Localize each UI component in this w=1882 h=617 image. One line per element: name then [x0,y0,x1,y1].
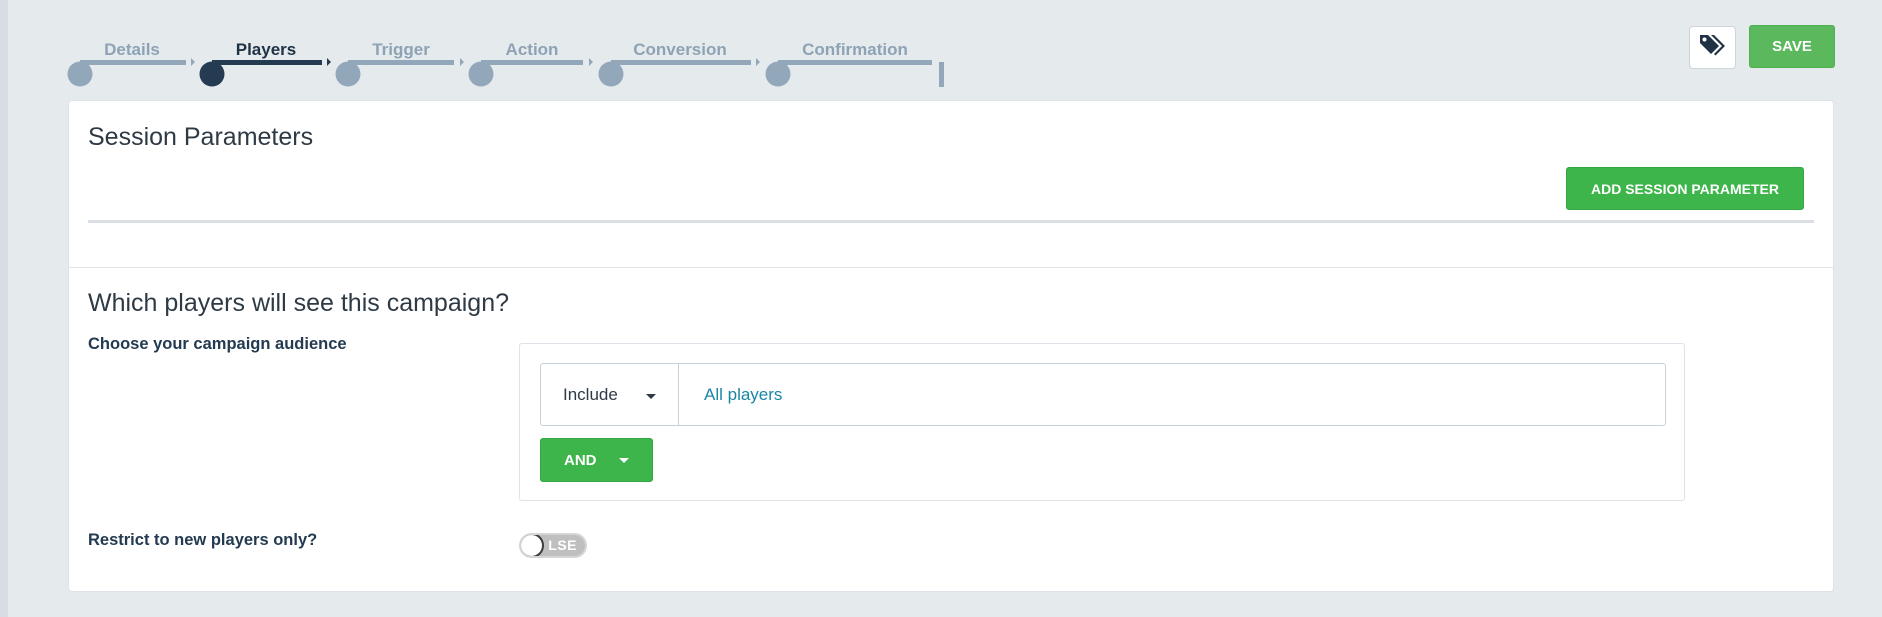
step-label-players[interactable]: Players [236,40,297,60]
card-divider [69,267,1833,268]
step-arrow [191,58,195,66]
restrict-new-players-toggle[interactable]: LSE [519,533,587,558]
audience-value-link[interactable]: All players [679,364,782,425]
step-label-conversion[interactable]: Conversion [633,40,727,60]
session-parameters-title: Session Parameters [88,123,314,151]
step-connector [80,60,186,65]
step-label-trigger[interactable]: Trigger [372,40,430,60]
step-dot-players[interactable] [199,61,225,87]
add-session-parameter-button[interactable]: ADD SESSION PARAMETER [1566,167,1804,210]
toggle-state-text: LSE [548,537,577,553]
step-dot-confirmation[interactable] [765,61,791,87]
audience-label: Choose your campaign audience [88,335,347,353]
step-arrow [589,58,593,66]
step-connector [481,60,583,65]
tag-icon [1698,32,1728,63]
step-dot-conversion[interactable] [598,61,624,87]
step-connector-active [212,60,322,65]
stepper-end-marker [939,62,944,87]
step-dot-trigger[interactable] [335,61,361,87]
and-button-label: AND [564,451,597,469]
step-label-confirmation[interactable]: Confirmation [802,40,908,60]
restrict-new-players-label: Restrict to new players only? [88,531,318,549]
step-connector [611,60,751,65]
step-connector [778,60,932,65]
step-arrow [460,58,464,66]
window-edge [0,0,8,617]
chevron-down-icon [619,458,629,463]
step-dot-details[interactable] [67,61,93,87]
toggle-knob [521,535,544,556]
audience-rule-box: Include All players AND [519,343,1685,501]
include-select-value: Include [563,384,618,404]
save-button[interactable]: SAVE [1749,25,1835,68]
step-dot-action[interactable] [468,61,494,87]
step-arrow-active [327,58,331,66]
audience-rule-row: Include All players [540,363,1666,426]
step-arrow [756,58,760,66]
and-dropdown-button[interactable]: AND [540,438,653,482]
tag-button[interactable] [1689,26,1736,69]
section-divider [88,220,1814,223]
chevron-down-icon [646,394,656,399]
step-label-action[interactable]: Action [506,40,559,60]
audience-value-text: All players [704,384,783,404]
step-label-details[interactable]: Details [104,40,160,60]
campaign-card: Session Parameters ADD SESSION PARAMETER… [68,100,1834,592]
step-connector [348,60,454,65]
include-select[interactable]: Include [541,364,679,425]
players-section-title: Which players will see this campaign? [88,289,510,317]
